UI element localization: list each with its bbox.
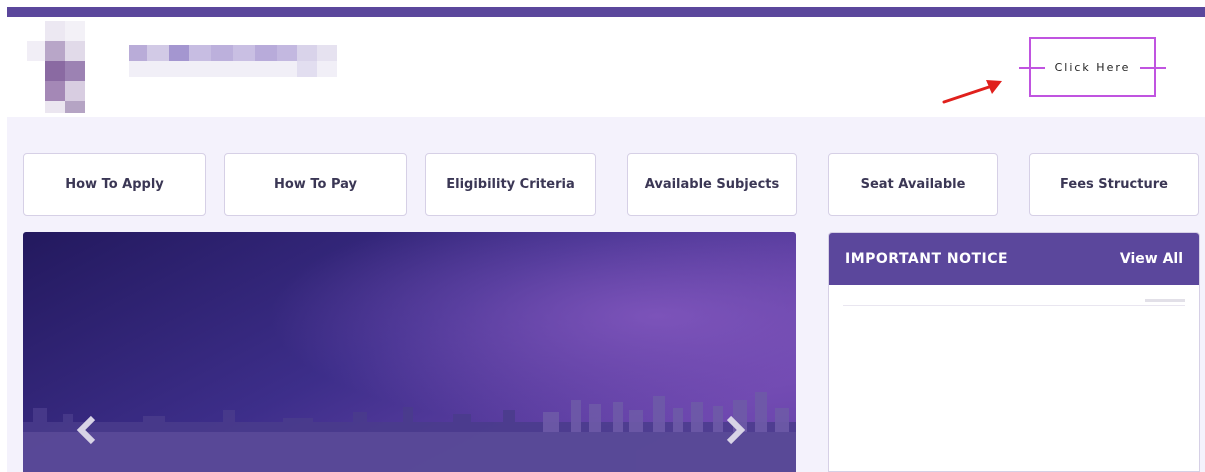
important-notice-panel: IMPORTANT NOTICE View All	[828, 232, 1200, 472]
slider-next-button[interactable]	[715, 410, 755, 450]
chevron-left-icon	[76, 415, 96, 445]
notice-list[interactable]	[829, 285, 1199, 471]
page: Click Here How To Apply How To Pay Eligi…	[0, 0, 1205, 472]
notice-divider	[843, 305, 1185, 306]
nav-eligibility-criteria-button[interactable]: Eligibility Criteria	[425, 153, 596, 216]
cta-wrapper: Click Here	[1018, 37, 1168, 99]
click-here-label: Click Here	[1054, 60, 1131, 74]
image-slider[interactable]	[23, 232, 796, 472]
nav-available-subjects-label: Available Subjects	[644, 177, 780, 192]
nav-seat-available-button[interactable]: Seat Available	[828, 153, 998, 216]
chevron-right-icon	[726, 415, 746, 445]
site-logo[interactable]	[27, 21, 357, 117]
slider-prev-button[interactable]	[67, 410, 107, 450]
red-arrow-icon	[942, 80, 1002, 104]
nav-available-subjects-button[interactable]: Available Subjects	[627, 153, 797, 216]
top-accent-bar	[7, 7, 1205, 17]
nav-fees-structure-label: Fees Structure	[1060, 177, 1168, 192]
nav-how-to-pay-label: How To Pay	[274, 177, 357, 192]
nav-how-to-apply-label: How To Apply	[65, 177, 164, 192]
nav-how-to-pay-button[interactable]: How To Pay	[224, 153, 407, 216]
slider-image	[23, 232, 796, 472]
cta-decor-right	[1140, 67, 1166, 69]
notice-scrollbar[interactable]	[1145, 299, 1185, 302]
nav-how-to-apply-button[interactable]: How To Apply	[23, 153, 206, 216]
notice-title: IMPORTANT NOTICE	[845, 251, 1009, 267]
view-all-link[interactable]: View All	[1120, 251, 1183, 267]
nav-eligibility-criteria-label: Eligibility Criteria	[446, 177, 575, 192]
nav-seat-available-label: Seat Available	[860, 177, 966, 192]
click-here-button[interactable]: Click Here	[1019, 37, 1166, 97]
site-header: Click Here	[7, 17, 1205, 117]
nav-fees-structure-button[interactable]: Fees Structure	[1029, 153, 1199, 216]
notice-header: IMPORTANT NOTICE View All	[829, 233, 1199, 285]
cta-decor-left	[1019, 67, 1045, 69]
